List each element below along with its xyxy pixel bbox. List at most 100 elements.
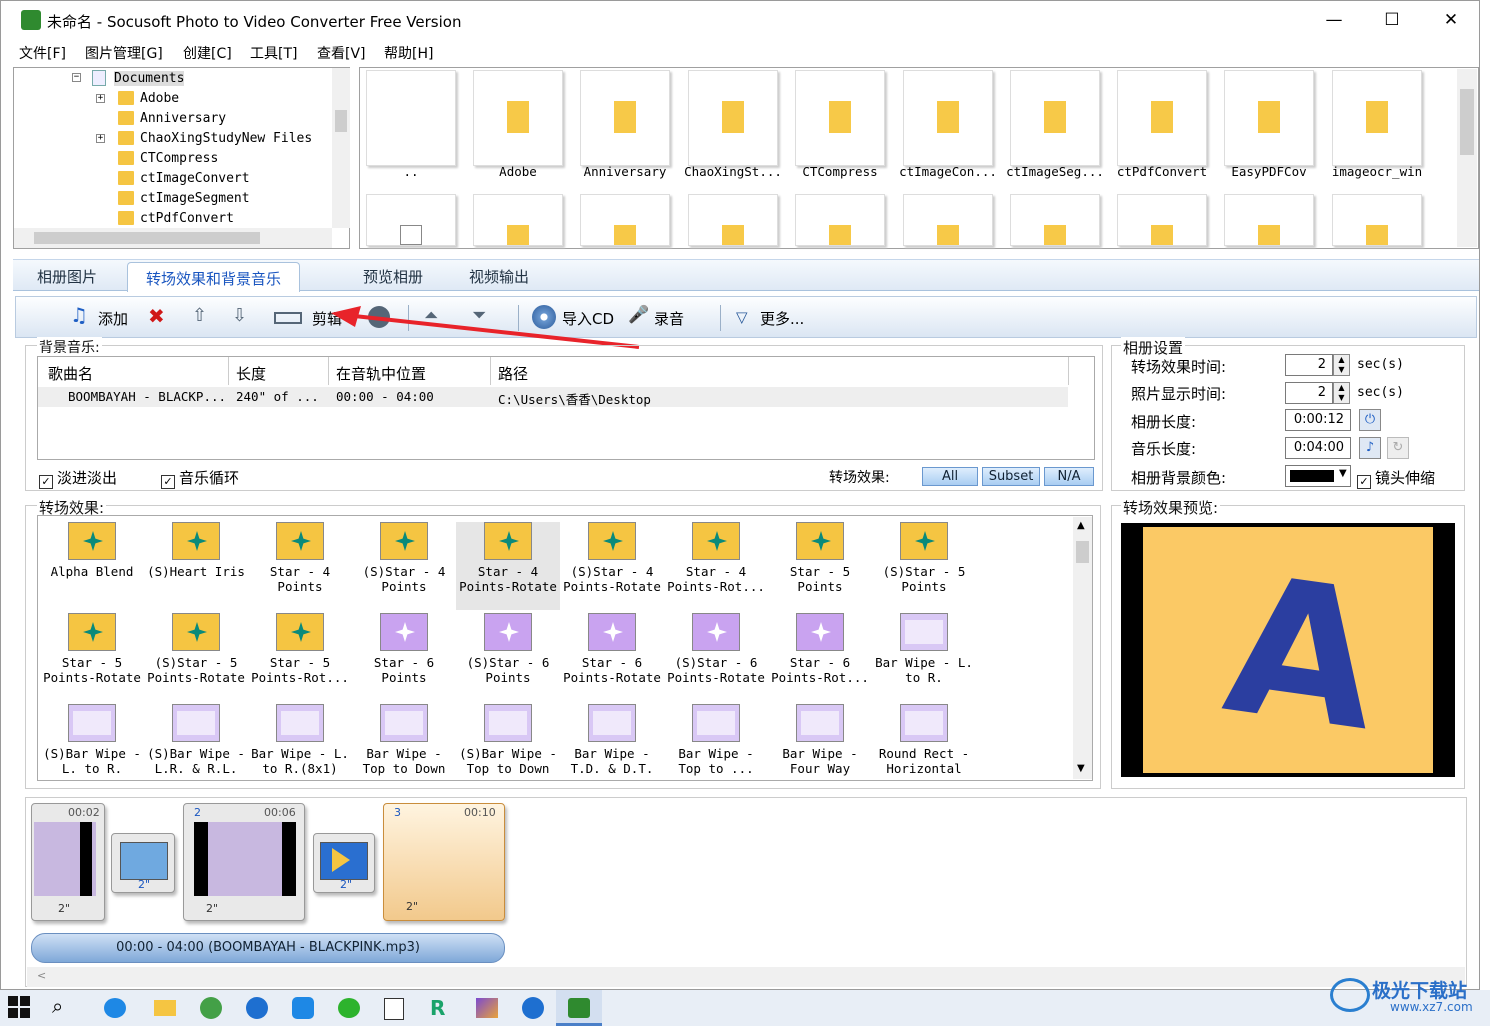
music-track-bar[interactable]: 00:00 - 04:00 (BOOMBAYAH - BLACKPINK.mp3… bbox=[31, 933, 505, 963]
effect-item[interactable]: (S)Heart Iris bbox=[144, 522, 248, 610]
effect-item[interactable]: Round Rect - Horizontal bbox=[872, 704, 976, 780]
app-icon[interactable] bbox=[292, 997, 314, 1019]
close-button[interactable]: ✕ bbox=[1436, 9, 1466, 31]
folder-thumbnail[interactable] bbox=[1224, 70, 1314, 166]
effect-item[interactable]: Bar Wipe - L. to R. bbox=[872, 613, 976, 701]
active-app-tab[interactable] bbox=[556, 990, 602, 1026]
power-icon[interactable]: ⏻ bbox=[1359, 409, 1381, 431]
app-icon[interactable] bbox=[476, 998, 498, 1018]
effect-item[interactable]: Bar Wipe - T.D. & D.T. bbox=[560, 704, 664, 780]
effect-item[interactable]: Star - 5 Points bbox=[768, 522, 872, 610]
folder-thumbnail[interactable] bbox=[1332, 194, 1422, 246]
folder-thumbnail[interactable] bbox=[903, 70, 993, 166]
folder-thumbnail[interactable] bbox=[1010, 194, 1100, 246]
effect-item[interactable]: (S)Bar Wipe - Top to Down bbox=[456, 704, 560, 780]
move-down-icon[interactable]: ⇩ bbox=[232, 305, 247, 326]
loop-checkbox[interactable]: ✓ 音乐循环 bbox=[161, 467, 239, 489]
music-sync-icon[interactable]: ♪ bbox=[1359, 437, 1381, 459]
effect-item[interactable]: Star - 6 Points bbox=[352, 613, 456, 701]
thumb-scrollbar[interactable] bbox=[1457, 69, 1477, 247]
folder-thumbnail[interactable] bbox=[1117, 70, 1207, 166]
photo-card[interactable]: 2 00:06 2" bbox=[183, 803, 305, 921]
folder-thumbnail[interactable] bbox=[366, 70, 456, 166]
move-up-icon[interactable]: ⇧ bbox=[192, 305, 207, 326]
folder-thumbnail[interactable] bbox=[795, 194, 885, 246]
file-thumbnail[interactable] bbox=[366, 194, 456, 246]
col-song-name[interactable]: 歌曲名 bbox=[48, 363, 93, 384]
bg-color-picker[interactable]: ▼ bbox=[1285, 465, 1351, 487]
col-position[interactable]: 在音轨中位置 bbox=[336, 363, 426, 384]
windows-start-icon[interactable] bbox=[8, 996, 30, 1018]
add-button[interactable]: 添加 bbox=[98, 308, 128, 329]
menu-file[interactable]: 文件[F] bbox=[19, 43, 66, 63]
col-length[interactable]: 长度 bbox=[236, 363, 266, 384]
effect-item[interactable]: Star - 6 Points-Rotate bbox=[560, 613, 664, 701]
folder-thumbnail[interactable] bbox=[473, 194, 563, 246]
folder-thumbnail[interactable] bbox=[903, 194, 993, 246]
browser-icon[interactable] bbox=[200, 997, 222, 1019]
effect-item[interactable]: (S)Star - 4 Points-Rotate bbox=[560, 522, 664, 610]
app-icon[interactable]: R bbox=[430, 996, 445, 1020]
file-explorer-icon[interactable] bbox=[154, 1000, 176, 1016]
filter-subset-button[interactable]: Subset bbox=[982, 467, 1040, 486]
music-reset-icon[interactable]: ↻ bbox=[1387, 437, 1409, 459]
transition-time-stepper[interactable]: ▲ ▼ bbox=[1333, 354, 1350, 376]
menu-tools[interactable]: 工具[T] bbox=[250, 43, 297, 63]
tab-transitions-music[interactable]: 转场效果和背景音乐 bbox=[127, 262, 301, 292]
app-icon[interactable] bbox=[246, 997, 268, 1019]
effect-item[interactable]: Star - 5 Points-Rotate bbox=[40, 613, 144, 701]
app-icon[interactable] bbox=[522, 997, 544, 1019]
menu-create[interactable]: 创建[C] bbox=[183, 43, 232, 63]
filter-all-button[interactable]: All bbox=[922, 467, 978, 486]
effect-item[interactable]: (S)Star - 5 Points-Rotate bbox=[144, 613, 248, 701]
col-path[interactable]: 路径 bbox=[498, 363, 528, 384]
folder-thumbnail[interactable] bbox=[1117, 194, 1207, 246]
photo-card[interactable]: 00:02 2" bbox=[31, 803, 105, 921]
folder-thumbnail[interactable] bbox=[795, 70, 885, 166]
record-button[interactable]: 录音 bbox=[654, 308, 684, 329]
maximize-button[interactable]: ☐ bbox=[1377, 9, 1407, 31]
tree-hscrollbar[interactable] bbox=[14, 228, 332, 248]
effect-item[interactable]: Bar Wipe - Top to ... bbox=[664, 704, 768, 780]
folder-thumbnail[interactable] bbox=[688, 70, 778, 166]
transition-card[interactable]: 2" bbox=[111, 833, 175, 893]
effect-item[interactable]: (S)Star - 5 Points bbox=[872, 522, 976, 610]
photo-time-input[interactable]: 2 bbox=[1285, 382, 1333, 404]
folder-thumbnail[interactable] bbox=[580, 194, 670, 246]
effect-item[interactable]: Bar Wipe - L. to R.(8x1) bbox=[248, 704, 352, 780]
tab-video-output[interactable]: 视频输出 bbox=[469, 266, 529, 287]
effect-item[interactable]: Alpha Blend bbox=[40, 522, 144, 610]
effect-item[interactable]: Star - 5 Points-Rot... bbox=[248, 613, 352, 701]
table-row[interactable]: BOOMBAYAH - BLACKP... 240" of ... 00:00 … bbox=[38, 387, 1068, 407]
effect-item[interactable]: Star - 6 Points-Rot... bbox=[768, 613, 872, 701]
effect-item[interactable]: Star - 4 Points bbox=[248, 522, 352, 610]
tree-vscrollbar[interactable] bbox=[332, 68, 350, 228]
effect-item[interactable]: Bar Wipe - Four Way bbox=[768, 704, 872, 780]
effect-item[interactable]: Star - 4 Points-Rotate bbox=[456, 522, 560, 610]
folder-thumbnail[interactable] bbox=[1224, 194, 1314, 246]
pdf-icon[interactable] bbox=[384, 998, 404, 1020]
folder-thumbnail[interactable] bbox=[1332, 70, 1422, 166]
more-button[interactable]: 更多... bbox=[760, 308, 804, 329]
folder-thumbnail[interactable] bbox=[473, 70, 563, 166]
lens-zoom-checkbox[interactable]: ✓ 镜头伸缩 bbox=[1357, 467, 1435, 489]
folder-thumbnail[interactable] bbox=[1010, 70, 1100, 166]
photo-time-stepper[interactable]: ▲ ▼ bbox=[1333, 382, 1350, 404]
storyboard-scrollbar[interactable]: < bbox=[27, 967, 1465, 987]
menu-help[interactable]: 帮助[H] bbox=[384, 43, 433, 63]
effect-item[interactable]: Star - 4 Points-Rot... bbox=[664, 522, 768, 610]
transition-time-input[interactable]: 2 bbox=[1285, 354, 1333, 376]
minimize-button[interactable]: — bbox=[1319, 9, 1349, 31]
effect-item[interactable]: Bar Wipe - Top to Down bbox=[352, 704, 456, 780]
wechat-icon[interactable] bbox=[338, 998, 360, 1018]
photo-card[interactable]: 3 00:10 2" bbox=[383, 803, 505, 921]
folder-thumbnail[interactable] bbox=[580, 70, 670, 166]
transition-card[interactable]: 2" bbox=[313, 833, 375, 893]
effects-scrollbar[interactable]: ▲ ▼ bbox=[1073, 517, 1092, 779]
tab-preview[interactable]: 预览相册 bbox=[363, 266, 423, 287]
effect-item[interactable]: (S)Star - 6 Points-Rotate bbox=[664, 613, 768, 701]
menu-image[interactable]: 图片管理[G] bbox=[85, 43, 163, 63]
effect-item[interactable]: (S)Star - 4 Points bbox=[352, 522, 456, 610]
fade-checkbox[interactable]: ✓ 淡进淡出 bbox=[39, 467, 117, 489]
filter-na-button[interactable]: N/A bbox=[1044, 467, 1094, 486]
